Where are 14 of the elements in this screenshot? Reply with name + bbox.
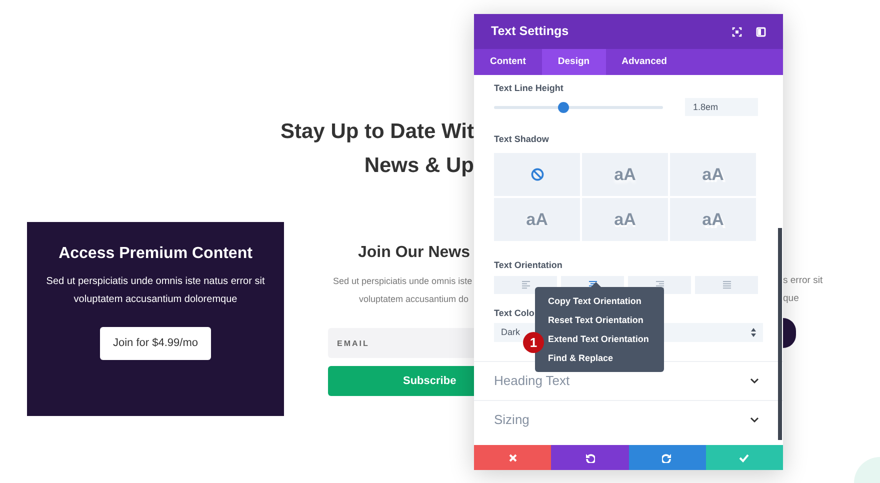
heading-line: Stay Up to Date Wit [280,119,474,145]
newsletter-title: Join Our News [358,243,472,262]
field-label: Text Orientation [494,259,564,271]
panel-title: Text Settings [491,23,570,40]
card-title: Access Premium Content [58,244,254,264]
card-description: Sed ut perspiciatis unde omnis iste natus error sit voluptatem accusantium doloremque [45,275,266,308]
field-label: Text Colo [494,307,536,319]
newsletter-text-line: voluptatem accusantium do [359,293,470,306]
field-label: Text Shadow [494,133,550,145]
newsletter-text-line: Sed ut perspiciatis unde omnis iste [333,275,474,288]
text-line: s error sit [783,274,824,288]
text-line: que [783,292,800,306]
heading-line: News & Up [363,153,474,179]
field-label: Text Line Height [494,82,564,94]
